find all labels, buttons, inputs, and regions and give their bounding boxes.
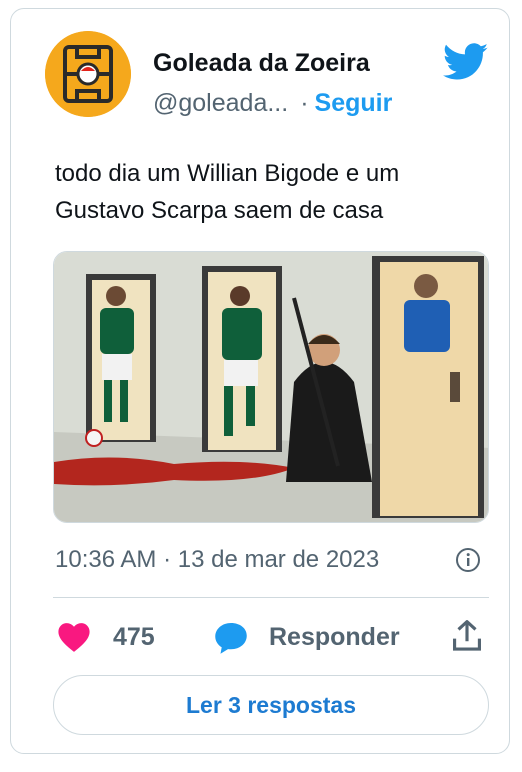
reply-bubble-icon[interactable]	[213, 621, 249, 655]
reply-button[interactable]: Responder	[269, 623, 400, 652]
handle-row: @goleada... · Seguir	[153, 89, 392, 118]
tweet-card: Goleada da Zoeira @goleada... · Seguir tod…	[10, 8, 510, 754]
avatar[interactable]	[45, 31, 131, 117]
account-handle[interactable]: @goleada...	[153, 89, 288, 117]
heart-icon[interactable]	[57, 621, 91, 653]
tweet-image[interactable]	[53, 251, 489, 523]
share-icon[interactable]	[451, 619, 483, 653]
twitter-bird-icon[interactable]	[443, 43, 489, 81]
follow-button[interactable]: Seguir	[315, 89, 393, 117]
separator-dot: ·	[300, 89, 309, 117]
like-count[interactable]: 475	[113, 623, 155, 652]
info-icon[interactable]	[455, 547, 481, 573]
read-replies-button[interactable]: Ler 3 respostas	[53, 675, 489, 735]
display-name[interactable]: Goleada da Zoeira	[153, 49, 370, 78]
divider	[53, 597, 489, 598]
tweet-text: todo dia um Willian Bigode e um Gustavo …	[55, 160, 400, 224]
tweet-timestamp[interactable]: 10:36 AM · 13 de mar de 2023	[55, 546, 441, 574]
